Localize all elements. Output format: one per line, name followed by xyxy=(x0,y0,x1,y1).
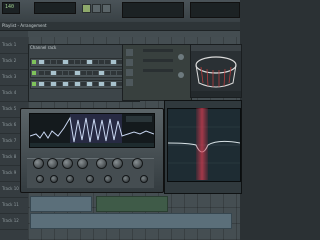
small-knob-4[interactable] xyxy=(86,175,94,183)
tempo-value: 140 xyxy=(5,4,15,10)
track-name: Track 1 xyxy=(2,42,17,47)
knob-3[interactable] xyxy=(62,158,73,169)
knob-5[interactable] xyxy=(96,158,107,169)
track-name: Track 12 xyxy=(2,218,19,223)
small-knob-2[interactable] xyxy=(50,175,58,183)
drum-plugin-window xyxy=(190,44,242,98)
drum-visual xyxy=(191,45,241,97)
step-button[interactable] xyxy=(45,60,50,64)
step-button[interactable] xyxy=(93,60,98,64)
step-button[interactable] xyxy=(63,71,68,75)
step-button[interactable] xyxy=(63,60,68,64)
track-header[interactable]: Track 11 xyxy=(0,197,28,214)
step-button[interactable] xyxy=(69,71,74,75)
track-name: Track 8 xyxy=(2,154,17,159)
track-name: Track 9 xyxy=(2,170,17,175)
track-header[interactable]: Track 12 xyxy=(0,213,28,230)
track-name: Track 6 xyxy=(2,122,17,127)
step-button[interactable] xyxy=(69,60,74,64)
step-button[interactable] xyxy=(111,60,116,64)
step-button[interactable] xyxy=(39,71,44,75)
step-button[interactable] xyxy=(51,82,56,86)
step-button[interactable] xyxy=(51,60,56,64)
step-button[interactable] xyxy=(105,82,110,86)
channel-led[interactable] xyxy=(32,60,36,64)
step-button[interactable] xyxy=(87,71,92,75)
hint-bar xyxy=(190,2,240,18)
step-button[interactable] xyxy=(75,60,80,64)
track-name: Track 11 xyxy=(2,202,19,207)
small-knob-5[interactable] xyxy=(104,175,112,183)
track-name: Track 2 xyxy=(2,58,17,63)
channel-row[interactable] xyxy=(30,80,136,89)
track-name: Track 5 xyxy=(2,106,17,111)
small-knob-3[interactable] xyxy=(66,175,74,183)
channel-rack-title: Channel rack xyxy=(30,45,57,50)
step-button[interactable] xyxy=(111,82,116,86)
eq-band-highlight[interactable] xyxy=(196,108,208,180)
small-knob-7[interactable] xyxy=(140,175,148,183)
small-knob-1[interactable] xyxy=(36,175,44,183)
step-button[interactable] xyxy=(51,71,56,75)
track-header[interactable]: Track 2 xyxy=(0,53,28,70)
tempo-display[interactable]: 140 xyxy=(2,2,20,14)
channel-row[interactable] xyxy=(30,69,136,78)
step-button[interactable] xyxy=(63,82,68,86)
track-header[interactable]: Track 3 xyxy=(0,69,28,86)
cpu-monitor xyxy=(122,2,184,18)
step-button[interactable] xyxy=(69,82,74,86)
mixer-panel xyxy=(122,44,192,101)
step-button[interactable] xyxy=(93,71,98,75)
step-button[interactable] xyxy=(99,82,104,86)
stop-button[interactable] xyxy=(92,4,101,13)
channel-led[interactable] xyxy=(32,82,36,86)
step-button[interactable] xyxy=(87,60,92,64)
track-name: Track 10 xyxy=(2,186,19,191)
knob-4[interactable] xyxy=(77,158,88,169)
knob-1[interactable] xyxy=(33,158,44,169)
track-header[interactable]: Track 1 xyxy=(0,37,28,54)
knob-6[interactable] xyxy=(112,158,123,169)
step-button[interactable] xyxy=(39,60,44,64)
channel-row[interactable] xyxy=(30,58,136,67)
step-button[interactable] xyxy=(45,82,50,86)
step-button[interactable] xyxy=(99,60,104,64)
small-knob-6[interactable] xyxy=(122,175,130,183)
step-button[interactable] xyxy=(75,82,80,86)
step-button[interactable] xyxy=(57,71,62,75)
waveform-graphic xyxy=(29,114,155,147)
step-button[interactable] xyxy=(57,82,62,86)
knob-2[interactable] xyxy=(47,158,58,169)
playlist-clip[interactable] xyxy=(30,213,232,229)
track-name: Track 7 xyxy=(2,138,17,143)
step-button[interactable] xyxy=(81,82,86,86)
playlist-title: Playlist - Arrangement xyxy=(2,23,47,28)
step-button[interactable] xyxy=(75,71,80,75)
channel-led[interactable] xyxy=(32,71,36,75)
track-header[interactable]: Track 4 xyxy=(0,85,28,102)
step-button[interactable] xyxy=(87,82,92,86)
step-button[interactable] xyxy=(111,71,116,75)
step-button[interactable] xyxy=(99,71,104,75)
step-button[interactable] xyxy=(105,71,110,75)
step-button[interactable] xyxy=(57,60,62,64)
knob-7[interactable] xyxy=(132,158,143,169)
step-button[interactable] xyxy=(105,60,110,64)
record-button[interactable] xyxy=(102,4,111,13)
step-button[interactable] xyxy=(93,82,98,86)
mixer-graphic xyxy=(126,49,184,86)
step-button[interactable] xyxy=(81,60,86,64)
step-button[interactable] xyxy=(81,71,86,75)
step-button[interactable] xyxy=(45,71,50,75)
play-button[interactable] xyxy=(82,4,91,13)
pattern-display[interactable] xyxy=(34,2,76,14)
track-name: Track 3 xyxy=(2,74,17,79)
waveform-display[interactable] xyxy=(29,113,155,148)
step-button[interactable] xyxy=(39,82,44,86)
playlist-clip[interactable] xyxy=(96,196,168,212)
track-name: Track 4 xyxy=(2,90,17,95)
playlist-clip[interactable] xyxy=(30,196,92,212)
